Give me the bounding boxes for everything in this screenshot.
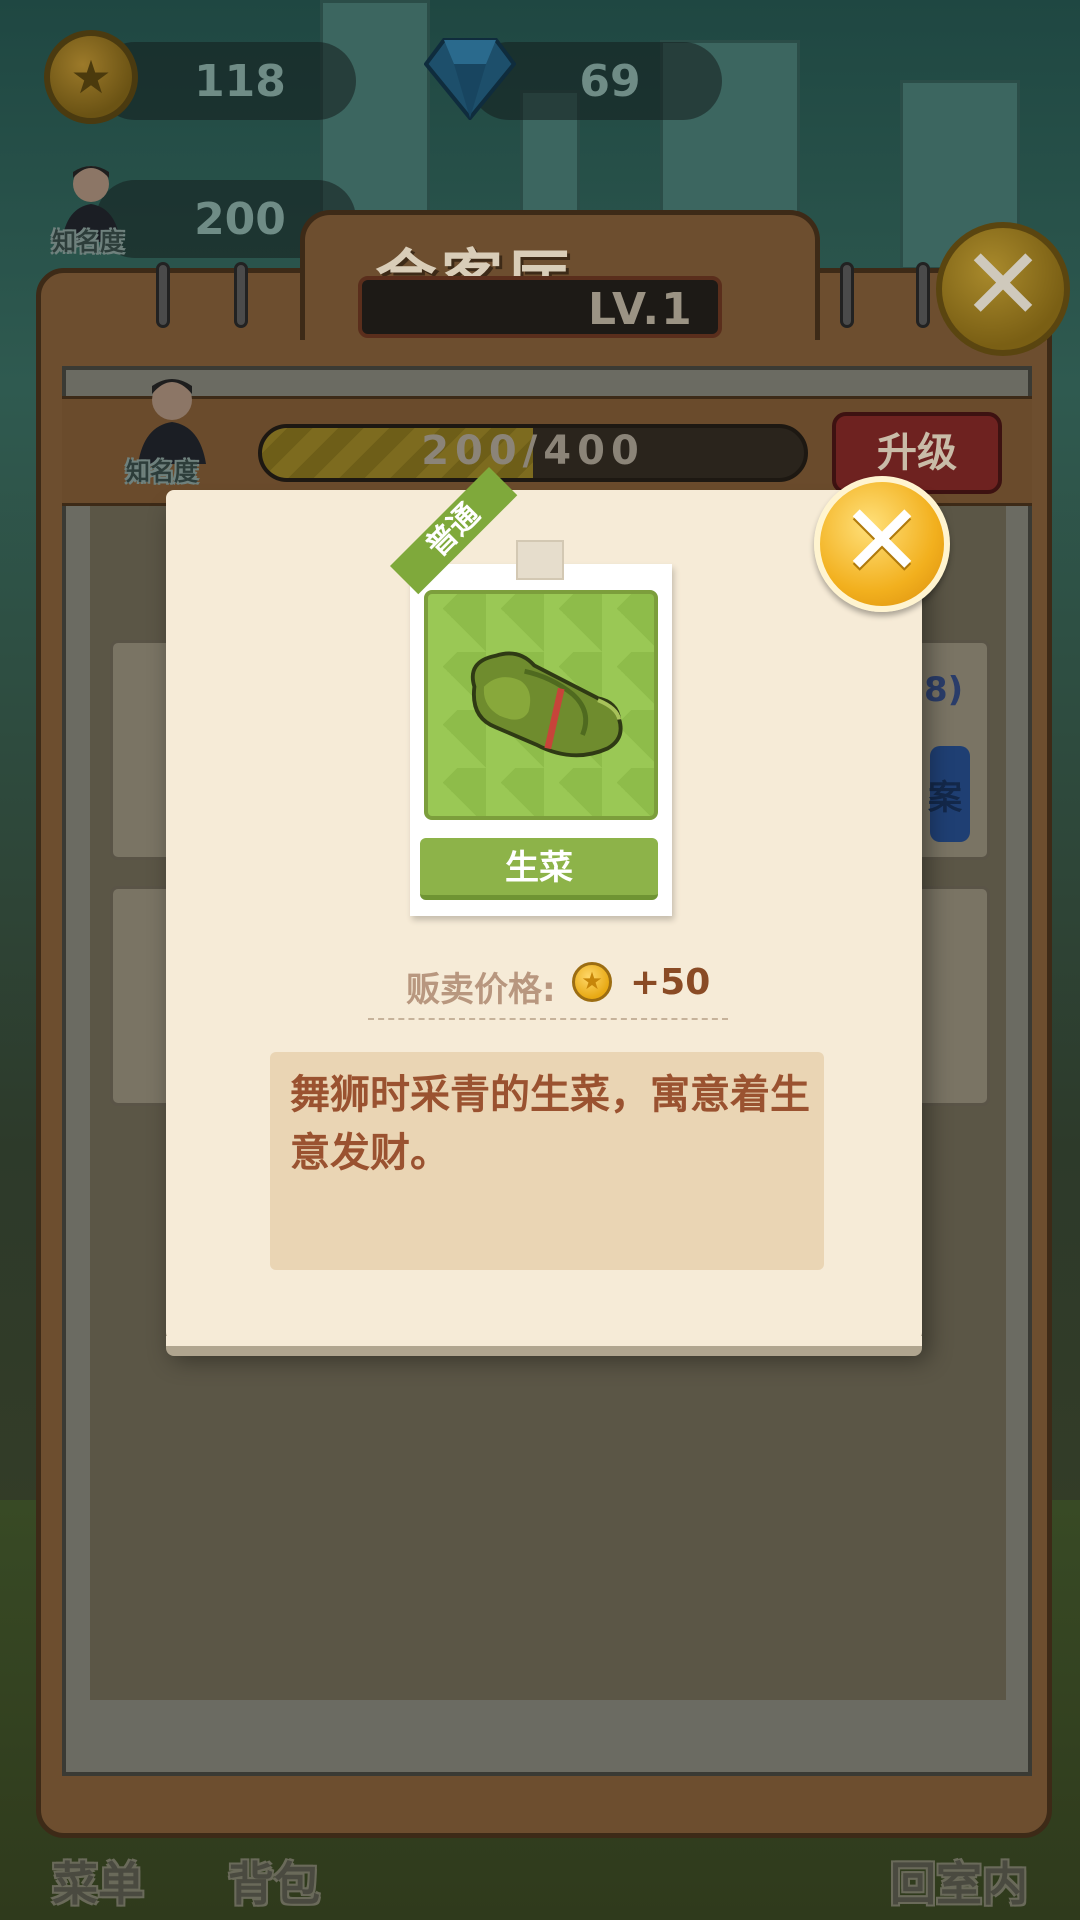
coin-icon xyxy=(572,962,612,1002)
fame-label: 知名度 xyxy=(52,228,124,256)
fame-progress-text: 200/400 xyxy=(421,428,645,474)
panel-level: LV.1 xyxy=(588,284,694,335)
close-icon: ✕ xyxy=(961,226,1045,343)
tape-decoration xyxy=(516,540,564,580)
list-item-count-partial: 8) xyxy=(924,670,964,710)
sell-price-value: +50 xyxy=(630,962,711,1003)
fame-avatar-icon xyxy=(138,379,206,464)
close-icon: ✕ xyxy=(840,482,924,599)
binder-ring xyxy=(234,262,248,328)
item-name-label: 生菜 xyxy=(420,838,658,900)
item-description: 舞狮时采青的生菜，寓意着生意发财。 xyxy=(290,1072,810,1176)
divider xyxy=(368,1018,728,1020)
nav-bag-button[interactable]: 背包 xyxy=(228,1848,320,1914)
list-item-action-label: 案 xyxy=(928,778,962,818)
coin-icon xyxy=(44,30,138,124)
binder-ring xyxy=(916,262,930,328)
sell-price-label: 贩卖价格: xyxy=(406,970,556,1010)
gem-icon xyxy=(424,38,516,120)
binder-ring xyxy=(156,262,170,328)
nav-return-button[interactable]: 回室内 xyxy=(890,1848,1028,1914)
panel-close-button[interactable]: ✕ xyxy=(936,222,1070,356)
fame-count: 200 xyxy=(194,194,286,245)
nav-menu-button[interactable]: 菜单 xyxy=(52,1848,144,1914)
binder-ring xyxy=(840,262,854,328)
lettuce-icon xyxy=(470,651,623,758)
gem-count: 69 xyxy=(579,56,641,107)
fame-label: 知名度 xyxy=(126,458,198,486)
item-image-frame xyxy=(424,590,658,820)
popup-close-button[interactable]: ✕ xyxy=(814,476,950,612)
coin-count: 118 xyxy=(194,56,286,107)
